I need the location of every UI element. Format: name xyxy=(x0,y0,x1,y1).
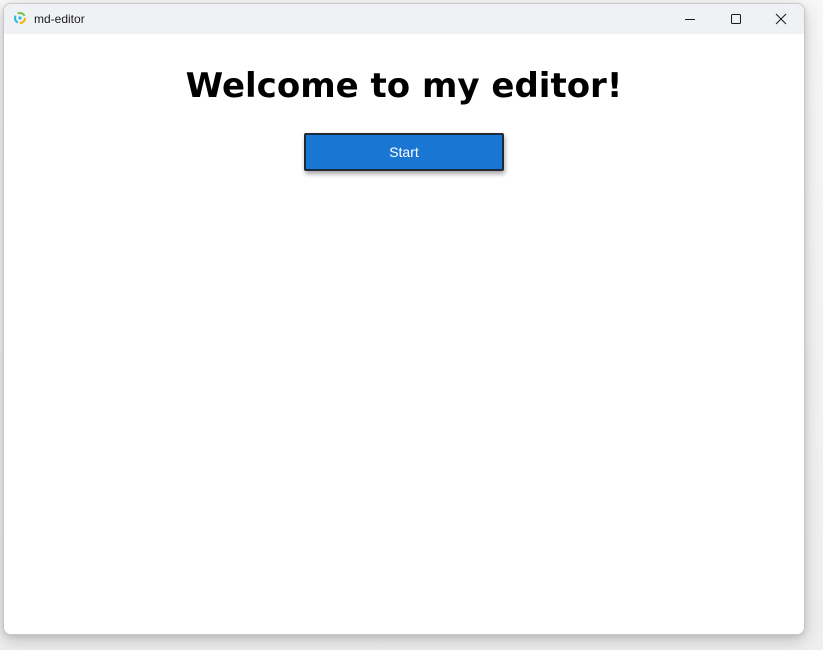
title-bar[interactable]: md-editor xyxy=(4,4,804,34)
close-button[interactable] xyxy=(758,4,804,34)
desktop: md-editor Welcome to my editor! Start xyxy=(0,0,823,650)
close-icon xyxy=(775,13,787,25)
main-content: Welcome to my editor! Start xyxy=(4,34,804,634)
welcome-heading: Welcome to my editor! xyxy=(185,66,623,106)
minimize-icon xyxy=(684,13,696,25)
maximize-button[interactable] xyxy=(713,4,759,34)
app-window: md-editor Welcome to my editor! Start xyxy=(3,3,805,635)
window-title: md-editor xyxy=(34,12,85,26)
minimize-button[interactable] xyxy=(667,4,713,34)
start-button[interactable]: Start xyxy=(304,133,504,171)
maximize-icon xyxy=(730,13,742,25)
app-logo-icon xyxy=(13,11,27,25)
